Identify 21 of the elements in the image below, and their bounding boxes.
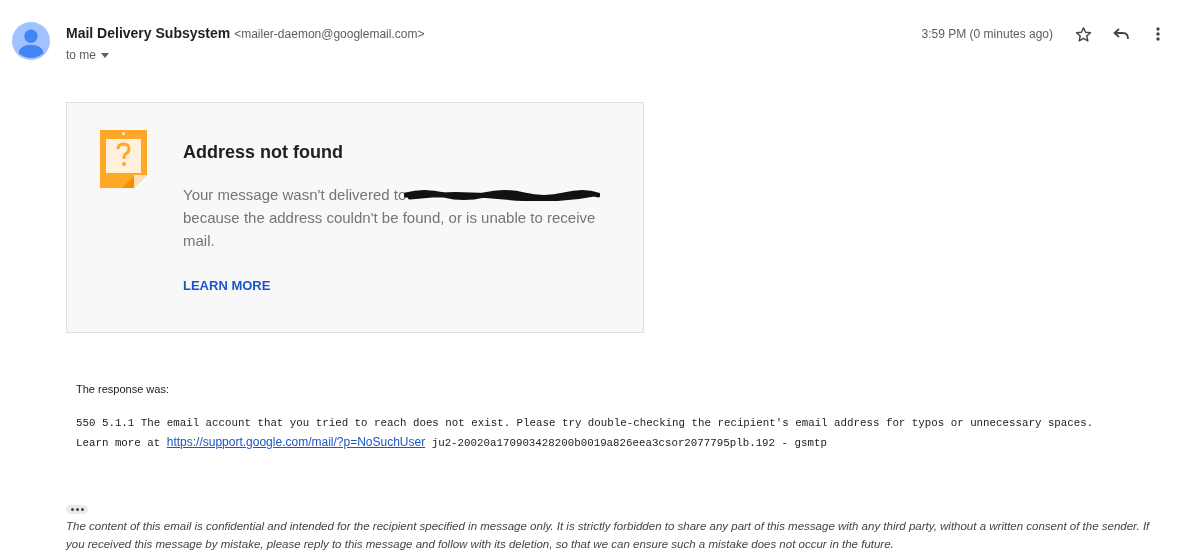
reply-icon xyxy=(1113,27,1129,41)
avatar-icon xyxy=(12,22,50,60)
message-text: because the address couldn't be found, or is unable to receive mail. xyxy=(183,208,597,251)
more-options-button[interactable] xyxy=(1153,24,1163,44)
show-trimmed-button[interactable] xyxy=(66,504,88,514)
support-link[interactable]: https://support.google.com/mail/?p=NoSuchUser xyxy=(166,434,426,449)
learn-more-link[interactable]: LEARN MORE xyxy=(183,276,271,296)
caret-icon xyxy=(101,52,109,58)
star-button[interactable] xyxy=(1073,24,1093,44)
sender-email: <mailer-daemon@googlemail.com> xyxy=(234,26,425,43)
star-icon xyxy=(1074,25,1092,43)
response-line: Learn more at https://support.google.com/mail/?p=NoSuchUser ju2-20020a170903428200b0019a826eea3csor2077795plb.192 - gsmtp xyxy=(76,433,828,451)
sender-name: Mail Delivery Subsystem xyxy=(66,24,231,43)
more-options-icon xyxy=(1156,27,1160,41)
question-note-icon xyxy=(100,130,147,188)
recipient-dropdown[interactable]: to me xyxy=(66,46,425,64)
card-title: Address not found xyxy=(183,141,344,164)
disclaimer-text: The content of this email is confidential and intended for the recipient specified in message only. It is strictly forbidden to share any part of this message with any third party, without a written consent of the sender. If you received this message by mistake, please reply to this message and follow with its deletion, so that we can ensure such a mistake does not occur in the future. xyxy=(66,518,1151,552)
response-label: The response was: xyxy=(76,382,170,397)
timestamp: 3:59 PM (0 minutes ago) xyxy=(921,26,1053,43)
response-line: 550 5.1.1 The email account that you tried to reach does not exist. Please try double-checking the recipient's email address for typos or unnecessary spaces. xyxy=(76,415,1095,431)
